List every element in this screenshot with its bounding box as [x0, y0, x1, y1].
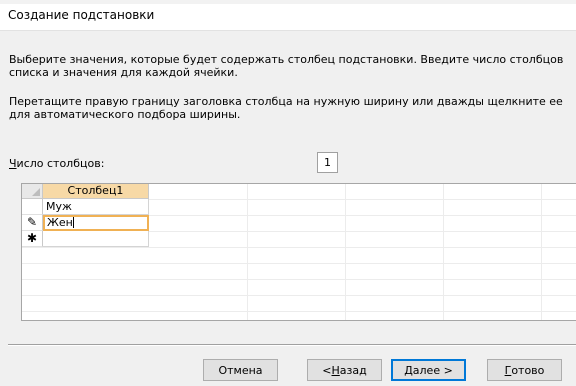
next-button-label: алее > [412, 363, 453, 377]
finish-button[interactable]: Готово [487, 359, 562, 381]
back-button-mnemonic: Н [331, 363, 340, 377]
instruction-text-1: Выберите значения, которые будет содержа… [9, 53, 564, 79]
grid-line [22, 295, 576, 296]
next-button[interactable]: Далее > [391, 359, 466, 381]
column-count-label-text: исло столбцов: [16, 157, 105, 170]
grid-cell[interactable]: Муж [43, 199, 149, 215]
grid-line [22, 263, 576, 264]
title-bar-strip [0, 0, 576, 4]
grid-line [443, 184, 444, 320]
divider-highlight [8, 345, 576, 346]
grid-cell-value: Жен [47, 216, 73, 229]
back-button[interactable]: < Назад [307, 359, 382, 381]
back-button-prefix: < [322, 363, 332, 377]
next-button-mnemonic: Д [404, 363, 413, 377]
text-caret [72, 217, 74, 228]
instruction-text-2: Перетащите правую границу заголовка стол… [9, 95, 563, 121]
row-selector-new-record-icon[interactable]: ✱ [22, 231, 43, 247]
grid-line [345, 184, 346, 320]
column-count-mnemonic: Ч [9, 157, 17, 170]
cancel-button[interactable]: Отмена [203, 359, 278, 381]
title-bar: Создание подстановки [0, 0, 576, 30]
finish-button-label: отово [511, 363, 545, 377]
lookup-values-grid[interactable]: Столбец1 Муж ✎ Жен ✱ [21, 183, 576, 321]
grid-line [247, 184, 248, 320]
row-selector[interactable] [22, 199, 43, 215]
grid-cell-editing[interactable]: Жен [43, 215, 149, 231]
column-count-label: Число столбцов: [9, 157, 104, 170]
grid-line [22, 279, 576, 280]
select-all-corner[interactable] [22, 184, 43, 199]
window-title: Создание подстановки [8, 8, 155, 22]
grid-line [22, 247, 576, 248]
column-header-1[interactable]: Столбец1 [43, 184, 149, 199]
finish-button-mnemonic: Г [504, 363, 512, 377]
grid-line [541, 184, 542, 320]
row-selector-edit-icon[interactable]: ✎ [22, 215, 43, 231]
grid-line [22, 311, 576, 312]
grid-cell-new[interactable] [43, 231, 149, 247]
back-button-label: азад [339, 363, 367, 377]
column-count-input[interactable]: 1 [317, 152, 338, 173]
